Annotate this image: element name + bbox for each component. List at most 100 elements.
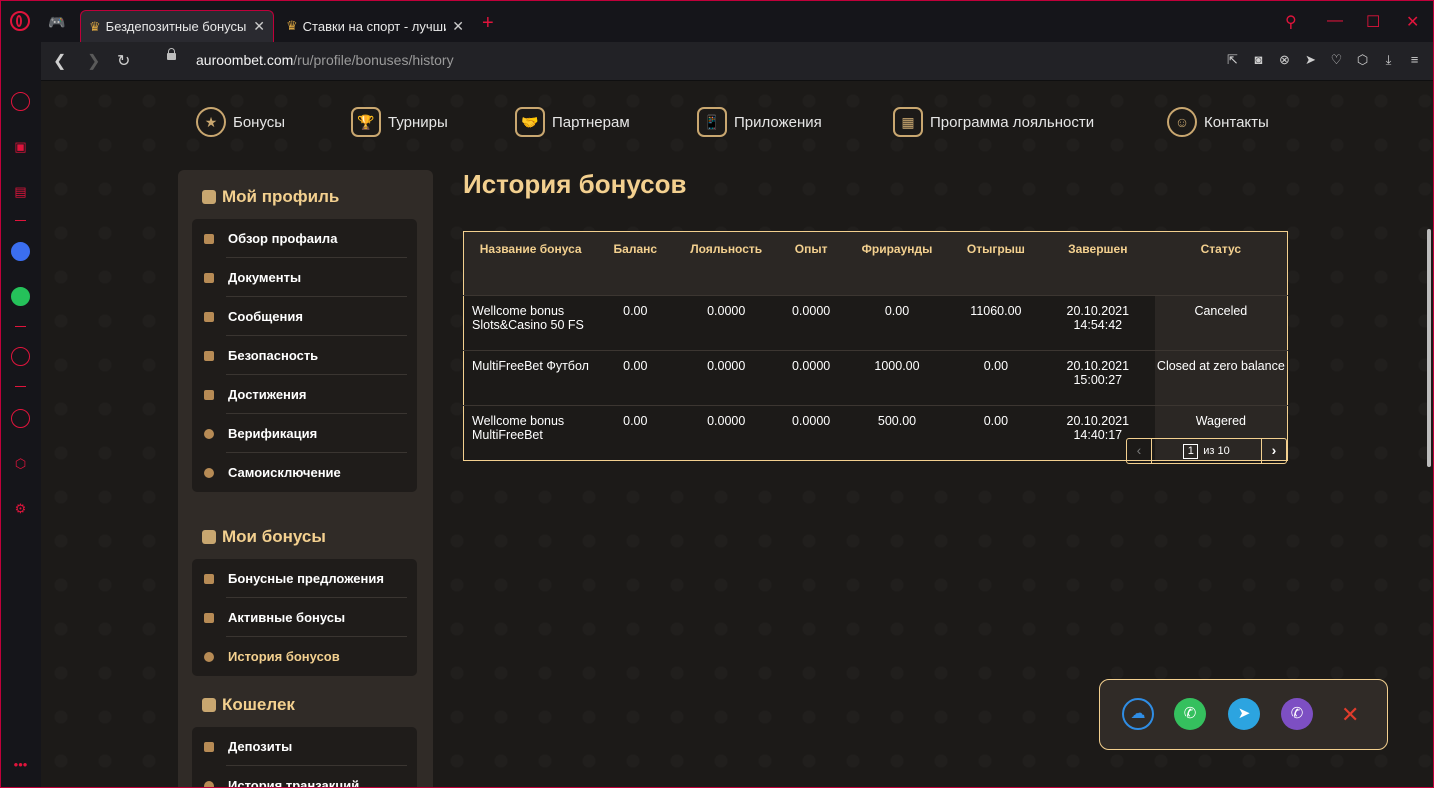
- adblock-icon[interactable]: ⊗: [1277, 52, 1292, 67]
- user-icon: [202, 190, 216, 204]
- current-page-input[interactable]: 1: [1183, 443, 1199, 459]
- viber-icon[interactable]: ✆: [1281, 698, 1313, 730]
- section-title-text: Кошелек: [222, 695, 295, 714]
- url-field[interactable]: auroombet.com/ru/profile/bonuses/history: [196, 52, 454, 68]
- nav-partners[interactable]: 🤝 Партнерам: [515, 107, 630, 137]
- cell-wager: 0.00: [950, 405, 1041, 461]
- minimize-button[interactable]: —: [1327, 12, 1343, 30]
- gift-icon: [202, 530, 216, 544]
- telegram-icon[interactable]: ➤: [1228, 698, 1260, 730]
- shield-icon: [204, 350, 214, 361]
- nav-apps[interactable]: 📱 Приложения: [697, 107, 822, 137]
- sidebar-divider: [15, 220, 26, 221]
- card-icon: [204, 741, 214, 752]
- gamepad-icon[interactable]: 🎮: [48, 14, 65, 31]
- reload-button[interactable]: ↻: [117, 51, 130, 71]
- whatsapp-icon[interactable]: ✆: [1174, 698, 1206, 730]
- cube-icon[interactable]: ⬡: [11, 454, 30, 473]
- bonuses-menu: Бонусные предложения Активные бонусы Ист…: [192, 559, 417, 676]
- close-icon[interactable]: ✕: [452, 18, 464, 35]
- section-title-text: Мой профиль: [222, 187, 340, 206]
- cube-icon[interactable]: ⬡: [1355, 52, 1370, 67]
- cell-loyalty: 0.0000: [673, 350, 780, 406]
- opera-logo-icon[interactable]: [10, 11, 30, 31]
- download-icon[interactable]: ⤓: [1381, 52, 1396, 67]
- column-header: Статус: [1154, 231, 1288, 296]
- document-icon: [204, 272, 214, 283]
- block-icon: [204, 467, 214, 478]
- history-icon: [204, 780, 214, 788]
- nav-label: Контакты: [1204, 113, 1269, 131]
- cell-balance: 0.00: [597, 295, 674, 351]
- whatsapp-icon[interactable]: [11, 287, 30, 306]
- menu-item-active-bonuses[interactable]: Активные бонусы: [192, 598, 417, 637]
- cell-bonus-name: Wellcome bonus MultiFreeBet: [463, 405, 598, 461]
- scrollbar[interactable]: [1427, 229, 1431, 467]
- nav-contacts[interactable]: ☺ Контакты: [1167, 107, 1269, 137]
- send-icon[interactable]: ➤: [1303, 52, 1318, 67]
- history-icon[interactable]: [11, 409, 30, 428]
- search-icon[interactable]: ⚲: [1285, 12, 1297, 32]
- bonus-history-table: Название бонуса Баланс Лояльность Опыт Ф…: [463, 231, 1288, 461]
- shopping-bag-icon[interactable]: ▣: [11, 137, 30, 156]
- prev-page-button[interactable]: ‹: [1127, 439, 1152, 463]
- menu-item-verification[interactable]: Верификация: [192, 414, 417, 453]
- top-navigation: ★ Бонусы 🏆 Турниры 🤝 Партнерам 📱 Приложе…: [191, 103, 1271, 143]
- player-icon[interactable]: [11, 347, 30, 366]
- menu-item-deposits[interactable]: Депозиты: [192, 727, 417, 766]
- table-row: MultiFreeBet Футбол 0.00 0.0000 0.0000 1…: [463, 350, 1288, 406]
- menu-item-self-exclusion[interactable]: Самоисключение: [192, 453, 417, 492]
- share-icon[interactable]: ⇱: [1225, 52, 1240, 67]
- menu-item-messages[interactable]: Сообщения: [192, 297, 417, 336]
- browser-tab-bar: 🎮 ♛ Бездепозитные бонусы в ... ✕ ♛ Ставк…: [0, 0, 1434, 42]
- page-total-label: из 10: [1203, 445, 1230, 457]
- menu-item-documents[interactable]: Документы: [192, 258, 417, 297]
- menu-item-security[interactable]: Безопасность: [192, 336, 417, 375]
- close-window-button[interactable]: ✕: [1406, 12, 1419, 32]
- nav-label: Партнерам: [552, 113, 630, 131]
- menu-item-achievements[interactable]: Достижения: [192, 375, 417, 414]
- settings-icon[interactable]: ⚙: [11, 499, 30, 518]
- menu-item-transaction-history[interactable]: История транзакций: [192, 766, 417, 788]
- section-title-profile: Мой профиль: [202, 187, 339, 207]
- camera-icon[interactable]: ◙: [1251, 52, 1266, 67]
- coin-icon: ★: [196, 107, 226, 137]
- chat-cloud-icon[interactable]: ☁: [1122, 698, 1154, 730]
- wallet-icon: [202, 698, 216, 712]
- tab-inactive[interactable]: ♛ Ставки на спорт - лучшие ... ✕: [278, 10, 472, 42]
- section-title-text: Мои бонусы: [222, 527, 326, 546]
- crown-icon: ♛: [89, 18, 101, 34]
- heart-icon[interactable]: ♡: [1329, 52, 1344, 67]
- maximize-button[interactable]: ☐: [1366, 12, 1380, 32]
- forward-button[interactable]: ❯: [87, 51, 100, 71]
- more-icon[interactable]: •••: [11, 755, 30, 774]
- menu-item-profile-overview[interactable]: Обзор профаила: [192, 219, 417, 258]
- cell-experience: 0.0000: [779, 405, 844, 461]
- crown-icon: ♛: [286, 18, 298, 33]
- cell-balance: 0.00: [597, 350, 674, 406]
- nav-loyalty[interactable]: ▦ Программа лояльности: [893, 107, 1094, 137]
- nav-tournaments[interactable]: 🏆 Турниры: [351, 107, 448, 137]
- table-header-row: Название бонуса Баланс Лояльность Опыт Ф…: [463, 231, 1288, 296]
- menu-item-bonus-history[interactable]: История бонусов: [192, 637, 417, 676]
- messenger-icon[interactable]: [11, 242, 30, 261]
- menu-icon[interactable]: ≡: [1407, 52, 1422, 67]
- back-button[interactable]: ❮: [53, 51, 66, 71]
- nav-label: Программа лояльности: [930, 113, 1095, 131]
- new-tab-button[interactable]: +: [482, 12, 494, 35]
- menu-label: Бонусные предложения: [228, 571, 384, 586]
- close-icon[interactable]: ✕: [1341, 702, 1359, 728]
- user-icon: [204, 233, 214, 244]
- menu-label: Депозиты: [228, 739, 293, 754]
- speed-dial-icon[interactable]: [11, 92, 30, 111]
- close-icon[interactable]: ✕: [253, 18, 265, 35]
- twitch-icon[interactable]: ▤: [11, 182, 30, 201]
- nav-bonuses[interactable]: ★ Бонусы: [196, 107, 285, 137]
- menu-item-bonus-offers[interactable]: Бонусные предложения: [192, 559, 417, 598]
- next-page-button[interactable]: ›: [1261, 439, 1286, 463]
- lock-icon: [167, 48, 176, 60]
- column-header: Баланс: [597, 231, 674, 296]
- cell-status: Closed at zero balance: [1154, 350, 1288, 406]
- tab-active[interactable]: ♛ Бездепозитные бонусы в ... ✕: [80, 10, 274, 42]
- cell-loyalty: 0.0000: [673, 405, 780, 461]
